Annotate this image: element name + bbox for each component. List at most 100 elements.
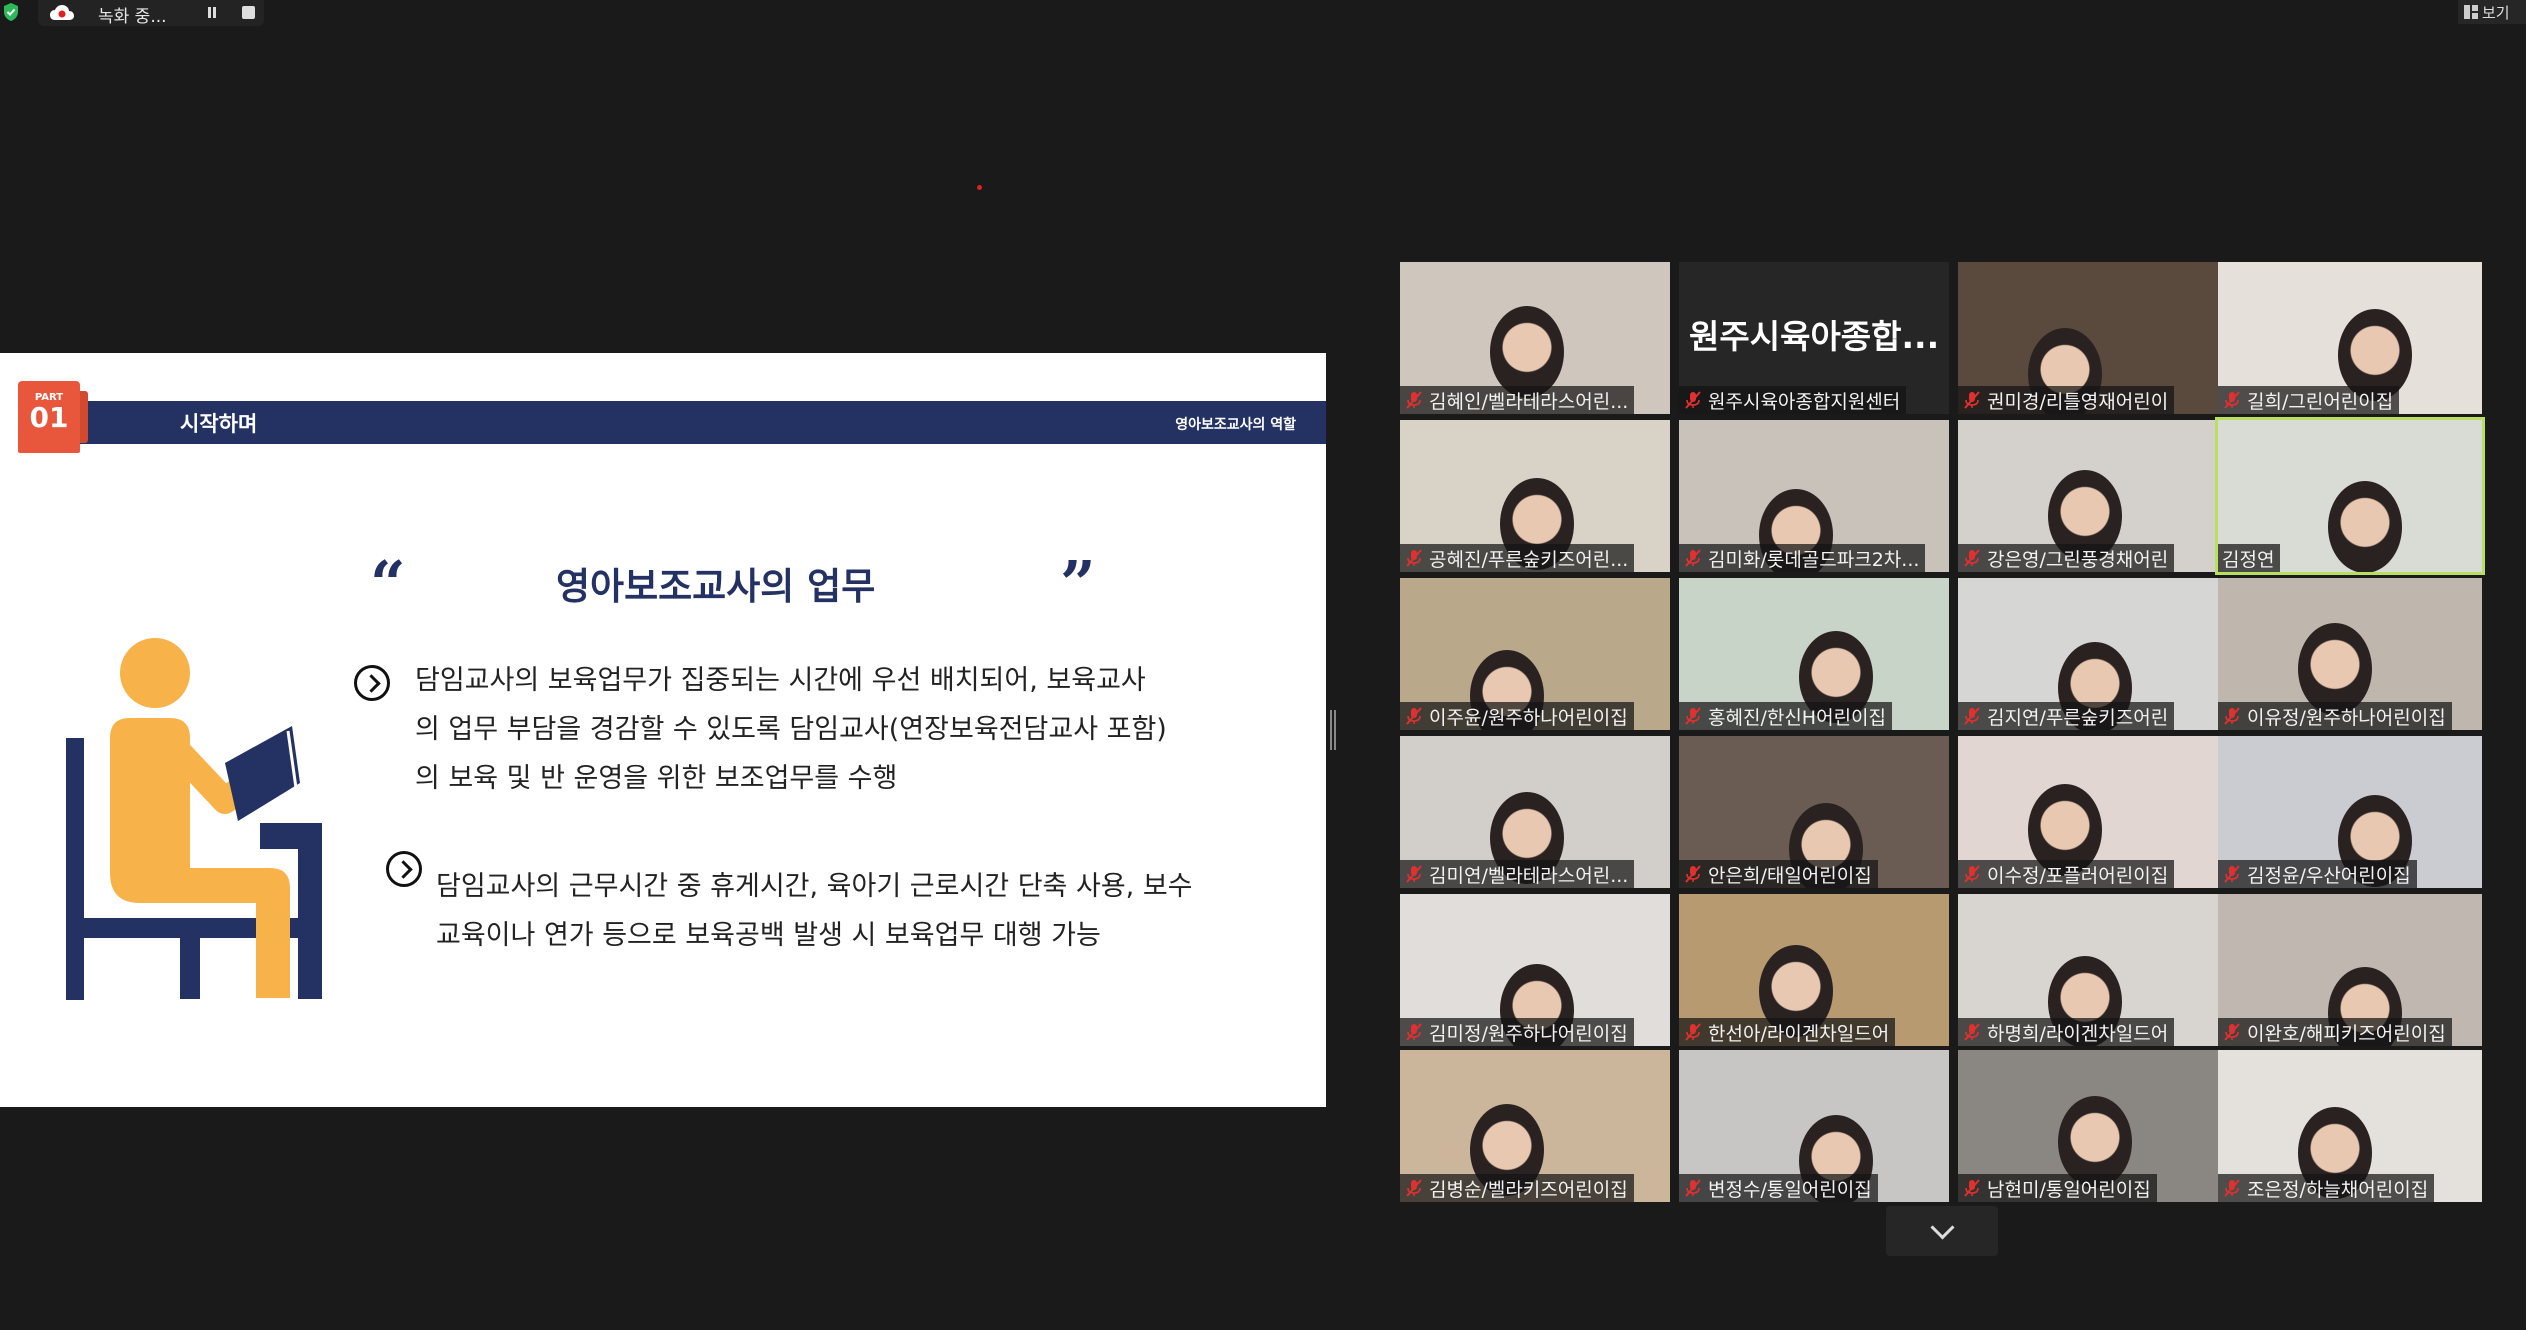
participant-name-bar: 한선아/라이겐차일드어 [1679,1018,1896,1046]
muted-mic-icon [1685,865,1701,883]
participant-name: 이수정/포플러어린이집 [1987,864,2169,887]
participant-name-bar: 김미연/벨라테라스어린... [1400,860,1635,888]
participant-video-tile[interactable]: 이완호/해피키즈어린이집 [2218,894,2482,1046]
part-badge: PART 01 [18,381,88,453]
participant-video-tile[interactable]: 홍혜진/한신H어린이집 [1679,578,1949,730]
cloud-recording-icon [50,5,74,20]
participant-name: 조은정/하늘채어린이집 [2247,1178,2429,1201]
part-number: 01 [29,401,69,434]
participant-name: 원주시육아종합지원센터 [1708,390,1901,413]
muted-mic-icon [1685,391,1701,409]
section-title: 시작하며 [180,412,258,436]
muted-mic-icon [2224,1179,2240,1197]
participant-video-tile[interactable]: 김병순/벨라키즈어린이집 [1400,1050,1670,1202]
participant-name: 홍혜진/한신H어린이집 [1708,706,1887,729]
participant-video-tile[interactable]: 남현미/통일어린이집 [1958,1050,2228,1202]
muted-mic-icon [1685,549,1701,567]
participant-video-tile[interactable]: 조은정/하늘채어린이집 [2218,1050,2482,1202]
participant-video-tile[interactable]: 공혜진/푸른숲키즈어린... [1400,420,1670,572]
participant-name: 이완호/해피키즈어린이집 [2247,1022,2446,1045]
pause-recording-button[interactable] [204,5,220,21]
muted-mic-icon [1406,549,1422,567]
participant-name: 김병순/벨라키즈어린이집 [1429,1178,1628,1201]
muted-mic-icon [1964,865,1980,883]
participant-video-tile[interactable]: 안은희/태일어린이집 [1679,736,1949,888]
view-label: 보기 [2482,3,2510,22]
participant-name: 강은영/그린풍경채어린 [1987,548,2169,571]
participant-video-tile[interactable]: 하명희/라이겐차일드어 [1958,894,2228,1046]
open-quote-mark: “ [370,547,406,620]
bullet-1-line-3: 의 보육 및 반 운영을 위한 보조업무를 수행 [415,763,898,794]
participant-name-bar: 하명희/라이겐차일드어 [1958,1018,2175,1046]
participant-name-bar: 김미화/롯데골드파크2차... [1679,544,1926,572]
bullet-chevron-icon [386,851,422,887]
participant-name-bar: 김미정/원주하나어린이집 [1400,1018,1634,1046]
participant-name-bar: 강은영/그린풍경채어린 [1958,544,2175,572]
participant-video-tile[interactable]: 이유정/원주하나어린이집 [2218,578,2482,730]
participant-name: 한선아/라이겐차일드어 [1708,1022,1890,1045]
participant-video-tile[interactable]: 김미정/원주하나어린이집 [1400,894,1670,1046]
participant-name-bar: 변정수/통일어린이집 [1679,1174,1878,1202]
participant-name-bar: 이주윤/원주하나어린이집 [1400,702,1634,730]
muted-mic-icon [1406,865,1422,883]
participant-name-bar: 남현미/통일어린이집 [1958,1174,2157,1202]
participant-name: 권미경/리틀영재어린이 [1987,390,2169,413]
close-quote-mark: ” [1060,547,1096,620]
participant-name-bar: 김병순/벨라키즈어린이집 [1400,1174,1634,1202]
participant-name-bar: 이완호/해피키즈어린이집 [2218,1018,2452,1046]
participant-name: 김정연 [2222,548,2275,571]
muted-mic-icon [2224,865,2240,883]
participant-video-tile[interactable]: 이수정/포플러어린이집 [1958,736,2228,888]
pointer-dot [977,185,982,190]
muted-mic-icon [2224,1023,2240,1041]
bullet-1-line-2: 의 업무 부담을 경감할 수 있도록 담임교사(연장보육전담교사 포함) [415,714,1167,745]
participant-video-tile[interactable]: 강은영/그린풍경채어린 [1958,420,2228,572]
view-button[interactable]: 보기 [2458,0,2526,24]
participant-video-tile[interactable]: 이주윤/원주하나어린이집 [1400,578,1670,730]
section-subtitle: 영아보조교사의 역할 [1175,417,1296,433]
participant-display-name: 원주시육아종합... [1689,317,1940,356]
security-shield-icon[interactable] [2,2,20,22]
stop-recording-button[interactable] [242,6,255,19]
bullet-2-line-1: 담임교사의 근무시간 중 휴게시간, 육아기 근로시간 단축 사용, 보수 [436,871,1193,902]
participant-name-bar: 안은희/태일어린이집 [1679,860,1878,888]
muted-mic-icon [1685,1023,1701,1041]
participant-name-bar: 이수정/포플러어린이집 [1958,860,2175,888]
participant-name: 김혜인/벨라테라스어린... [1429,390,1629,413]
participant-name: 공혜진/푸른숲키즈어린... [1429,548,1629,571]
participant-video-tile[interactable]: 권미경/리틀영재어린이 [1958,262,2228,414]
gallery-next-page-button[interactable] [1886,1206,1998,1256]
participant-name-bar: 원주시육아종합지원센터 [1679,386,1907,414]
reading-person-illustration [66,638,322,1000]
muted-mic-icon [1406,707,1422,725]
muted-mic-icon [1964,391,1980,409]
participant-name-bar: 김정연 [2218,544,2281,572]
participant-name: 김정윤/우산어린이집 [2247,864,2411,887]
participant-name: 이주윤/원주하나어린이집 [1429,706,1628,729]
participant-name-bar: 홍혜진/한신H어린이집 [1679,702,1893,730]
participant-video-tile[interactable]: 김지연/푸른숲키즈어린 [1958,578,2228,730]
participant-video-tile[interactable]: 길희/그린어린이집 [2218,262,2482,414]
gallery-layout-icon [2464,5,2478,19]
participant-video-tile[interactable]: 김정연 [2215,417,2485,575]
participant-video-tile[interactable]: 김미연/벨라테라스어린... [1400,736,1670,888]
participant-name: 김미정/원주하나어린이집 [1429,1022,1628,1045]
shared-screen-slide: 시작하며 영아보조교사의 역할 PART 01 “ 영아보조교사의 업무 ” 담… [0,353,1326,1107]
muted-mic-icon [1964,1179,1980,1197]
participant-silhouette [1490,306,1564,398]
participant-video-tile[interactable]: 김미화/롯데골드파크2차... [1679,420,1949,572]
participant-video-tile[interactable]: 김정윤/우산어린이집 [2218,736,2482,888]
participant-video-tile[interactable]: 원주시육아종합... 원주시육아종합지원센터 [1679,262,1949,414]
participant-video-tile[interactable]: 김혜인/벨라테라스어린... [1400,262,1670,414]
recording-indicator[interactable]: 녹화 중... [38,0,264,27]
bullet-1-line-1: 담임교사의 보육업무가 집중되는 시간에 우선 배치되어, 보육교사 [415,665,1146,696]
participant-name-bar: 길희/그린어린이집 [2218,386,2400,414]
participant-video-tile[interactable]: 한선아/라이겐차일드어 [1679,894,1949,1046]
participant-name: 변정수/통일어린이집 [1708,1178,1872,1201]
muted-mic-icon [1685,1179,1701,1197]
split-view-resize-handle[interactable] [1330,710,1336,750]
participant-video-tile[interactable]: 변정수/통일어린이집 [1679,1050,1949,1202]
participant-name-bar: 김혜인/벨라테라스어린... [1400,386,1635,414]
slide-heading: 영아보조교사의 업무 [556,565,876,608]
participant-name: 하명희/라이겐차일드어 [1987,1022,2169,1045]
